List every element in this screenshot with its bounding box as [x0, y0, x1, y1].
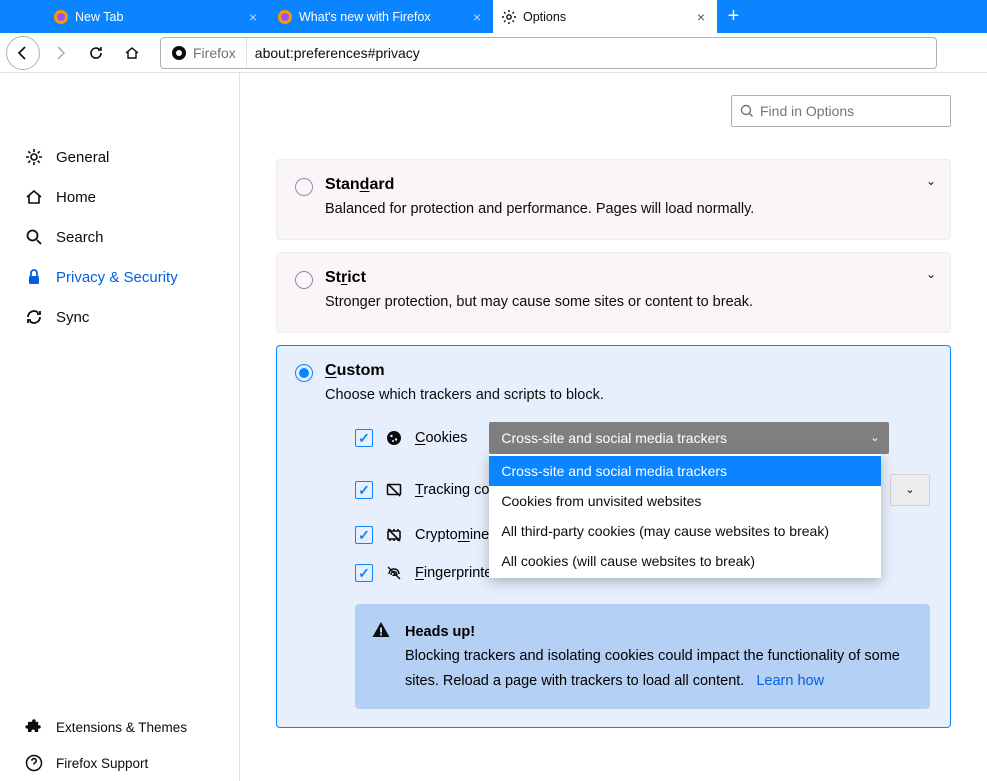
url-text: about:preferences#privacy: [247, 45, 428, 61]
chevron-down-icon: ⌄: [870, 431, 879, 444]
home-button[interactable]: [116, 37, 148, 69]
checkbox-fingerprint[interactable]: [355, 564, 373, 582]
dropdown-item[interactable]: All cookies (will cause websites to brea…: [489, 546, 881, 576]
protection-card-standard[interactable]: ⌄ Standard Balanced for protection and p…: [276, 159, 951, 240]
reload-button[interactable]: [80, 37, 112, 69]
firefox-icon: [53, 9, 69, 25]
cookies-select[interactable]: Cross-site and social media trackers ⌄ C…: [489, 422, 889, 454]
cookies-dropdown: Cross-site and social media trackers Coo…: [489, 454, 881, 578]
card-desc: Stronger protection, but may cause some …: [325, 291, 930, 314]
tab-label: What's new with Firefox: [299, 10, 463, 24]
close-icon[interactable]: ×: [469, 9, 485, 25]
sidebar-label: Search: [56, 229, 104, 246]
option-label: Cryptominer: [415, 527, 494, 543]
close-icon[interactable]: ×: [245, 9, 261, 25]
radio-standard[interactable]: [295, 178, 313, 196]
gear-icon: [501, 9, 517, 25]
home-icon: [24, 187, 44, 207]
sidebar-item-extensions[interactable]: Extensions & Themes: [0, 709, 239, 745]
firefox-logo-icon: [171, 45, 187, 61]
fingerprint-icon: [385, 564, 403, 582]
close-icon[interactable]: ×: [693, 9, 709, 25]
radio-custom[interactable]: [295, 364, 313, 382]
radio-strict[interactable]: [295, 271, 313, 289]
search-input[interactable]: [760, 103, 942, 119]
protection-card-custom[interactable]: Custom Choose which trackers and scripts…: [276, 345, 951, 728]
learn-how-link[interactable]: Learn how: [756, 673, 824, 689]
warning-icon: [371, 620, 391, 640]
sidebar-label: Extensions & Themes: [56, 720, 187, 735]
tab-new-tab[interactable]: New Tab ×: [45, 0, 269, 33]
heads-up-alert: Heads up! Blocking trackers and isolatin…: [355, 604, 930, 710]
checkbox-cookies[interactable]: [355, 429, 373, 447]
search-icon: [24, 227, 44, 247]
find-in-options[interactable]: [731, 95, 951, 127]
search-icon: [740, 104, 754, 118]
cryptominer-icon: [385, 526, 403, 544]
tab-label: Options: [523, 10, 687, 24]
option-label: Cookies: [415, 430, 467, 446]
gear-icon: [24, 147, 44, 167]
preferences-sidebar: General Home Search Privacy & Security S…: [0, 73, 240, 781]
tracking-select[interactable]: ⌄: [890, 474, 930, 506]
dropdown-item[interactable]: All third-party cookies (may cause websi…: [489, 516, 881, 546]
tab-options[interactable]: Options ×: [493, 0, 717, 33]
sidebar-label: General: [56, 149, 109, 166]
card-title: Strict: [325, 269, 930, 287]
firefox-icon: [277, 9, 293, 25]
sidebar-item-general[interactable]: General: [0, 137, 239, 177]
sys-spacer: [0, 0, 45, 33]
sidebar-label: Home: [56, 189, 96, 206]
card-title: Custom: [325, 362, 930, 380]
identity-box[interactable]: Firefox: [161, 38, 247, 68]
sidebar-label: Firefox Support: [56, 756, 148, 771]
chevron-down-icon[interactable]: ⌄: [926, 267, 936, 281]
identity-label: Firefox: [193, 45, 236, 61]
dropdown-item[interactable]: Cross-site and social media trackers: [489, 456, 881, 486]
help-icon: [24, 753, 44, 773]
checkbox-crypto[interactable]: [355, 526, 373, 544]
option-label: TTracking conracking con: [415, 482, 497, 498]
tracking-icon: [385, 481, 403, 499]
checkbox-tracking[interactable]: [355, 481, 373, 499]
sidebar-item-home[interactable]: Home: [0, 177, 239, 217]
option-cookies: Cookies Cross-site and social media trac…: [355, 422, 930, 454]
sidebar-item-support[interactable]: Firefox Support: [0, 745, 239, 781]
tab-strip: New Tab × What's new with Firefox × Opti…: [0, 0, 987, 33]
puzzle-icon: [24, 717, 44, 737]
nav-toolbar: Firefox about:preferences#privacy: [0, 33, 987, 73]
sidebar-label: Privacy & Security: [56, 269, 178, 286]
back-button[interactable]: [6, 36, 40, 70]
sidebar-label: Sync: [56, 309, 89, 326]
alert-title: Heads up!: [405, 624, 475, 640]
address-bar[interactable]: Firefox about:preferences#privacy: [160, 37, 937, 69]
select-value: Cross-site and social media trackers: [501, 430, 727, 446]
protection-card-strict[interactable]: ⌄ Strict Stronger protection, but may ca…: [276, 252, 951, 333]
card-desc: Balanced for protection and performance.…: [325, 198, 930, 221]
new-tab-button[interactable]: +: [717, 0, 750, 33]
sync-icon: [24, 307, 44, 327]
chevron-down-icon: ⌄: [905, 483, 914, 496]
card-title: Standard: [325, 176, 930, 194]
card-desc: Choose which trackers and scripts to blo…: [325, 384, 930, 407]
alert-body: Blocking trackers and isolating cookies …: [405, 648, 900, 689]
sidebar-item-search[interactable]: Search: [0, 217, 239, 257]
tab-label: New Tab: [75, 10, 239, 24]
sidebar-item-privacy[interactable]: Privacy & Security: [0, 257, 239, 297]
tab-whats-new[interactable]: What's new with Firefox ×: [269, 0, 493, 33]
chevron-down-icon[interactable]: ⌄: [926, 174, 936, 188]
dropdown-item[interactable]: Cookies from unvisited websites: [489, 486, 881, 516]
preferences-main: ⌄ Standard Balanced for protection and p…: [240, 73, 987, 781]
cookie-icon: [385, 429, 403, 447]
lock-icon: [24, 267, 44, 287]
forward-button[interactable]: [44, 37, 76, 69]
sidebar-item-sync[interactable]: Sync: [0, 297, 239, 337]
